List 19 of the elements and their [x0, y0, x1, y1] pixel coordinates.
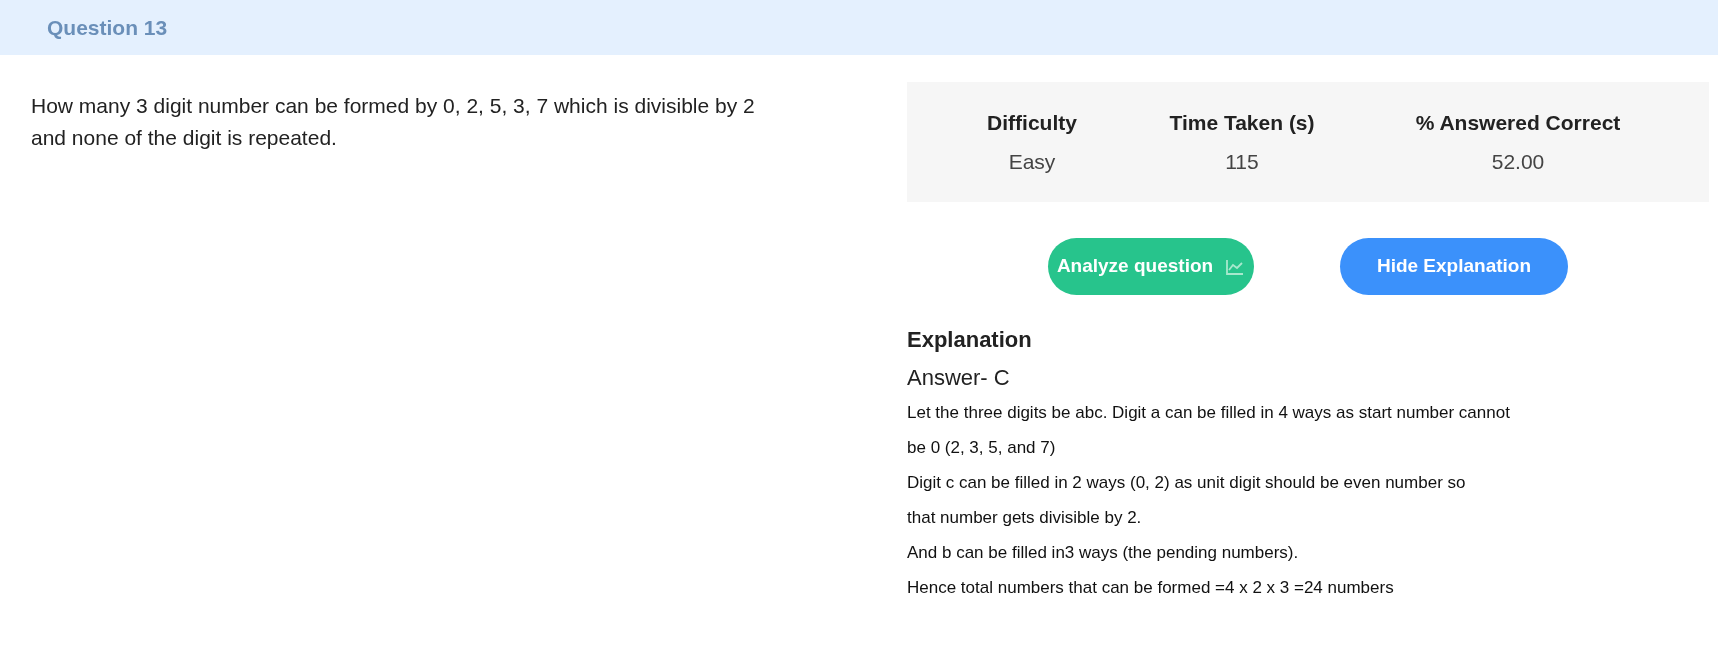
stat-heading: Difficulty [987, 109, 1077, 136]
explanation-line: Digit c can be filled in 2 ways (0, 2) as unit digit should be even number so [907, 472, 1466, 494]
stat-value: 115 [1225, 149, 1259, 175]
stat-heading: % Answered Correct [1415, 109, 1621, 136]
explanation-line: that number gets divisible by 2. [907, 507, 1142, 529]
explanation-heading: Explanation [907, 326, 1033, 354]
explanation-line: Hence total numbers that can be formed =4 x 2 x 3 =24 numbers [907, 577, 1394, 599]
explanation-line: be 0 (2, 3, 5, and 7) [907, 437, 1056, 459]
stat-heading: Time Taken (s) [1169, 109, 1315, 136]
line-chart-icon [1225, 257, 1246, 276]
question-text: How many 3 digit number can be formed by 0, 2, 5, 3, 7 which is divisible by 2 and none of the digit is repeated. [31, 93, 756, 151]
question-number: Question 13 [47, 14, 168, 41]
explanation-line: And b can be filled in3 ways (the pending numbers). [907, 542, 1299, 564]
hide-explanation-button[interactable]: Hide Explanation [1340, 238, 1568, 295]
analyze-question-button[interactable]: Analyze question [1048, 238, 1254, 295]
stat-value: Easy [1008, 149, 1056, 175]
stat-value: 52.00 [1491, 149, 1545, 175]
explanation-line: Let the three digits be abc. Digit a can be filled in 4 ways as start number cannot [907, 402, 1510, 424]
answer-text: Answer- C [907, 364, 1011, 392]
